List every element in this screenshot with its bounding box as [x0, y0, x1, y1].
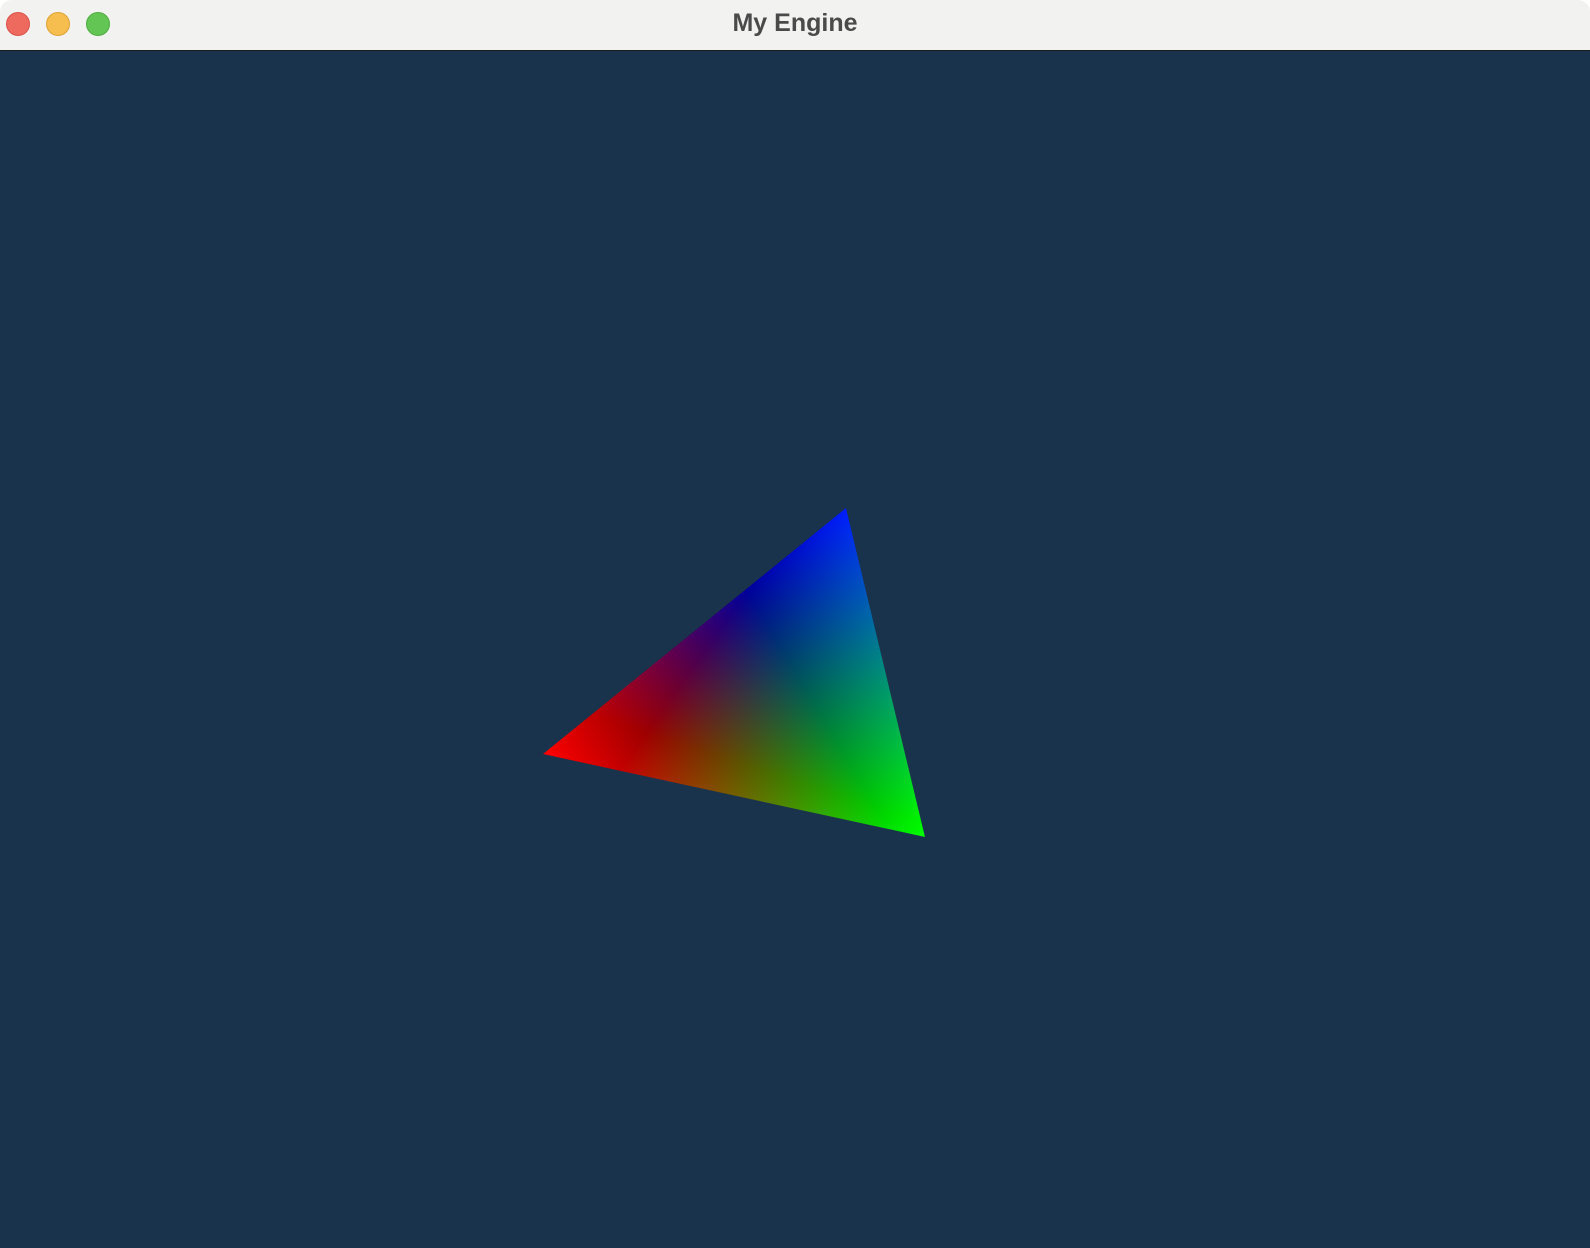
app-window: My Engine [0, 0, 1590, 1248]
title-bar[interactable]: My Engine [0, 0, 1590, 51]
rgb-triangle [543, 508, 925, 837]
render-canvas [543, 508, 925, 837]
triangle-green-vertex [543, 508, 925, 837]
window-title: My Engine [732, 9, 858, 37]
render-viewport[interactable] [0, 51, 1590, 1248]
